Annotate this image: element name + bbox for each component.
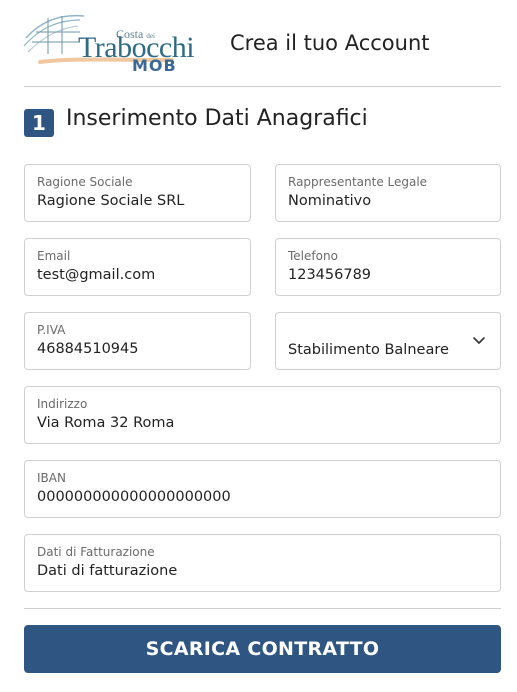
costa-dei-trabocchi-logo[interactable]: Costa dei Trabocchi MOB [22, 8, 195, 75]
header-divider [24, 86, 501, 87]
iban-field[interactable]: IBAN 000000000000000000000 [24, 460, 501, 518]
rappresentante-legale-field[interactable]: Rappresentante Legale Nominativo [275, 164, 501, 222]
ragione-sociale-label: Ragione Sociale [37, 175, 133, 189]
chevron-down-icon[interactable] [472, 333, 486, 347]
iban-value[interactable]: 000000000000000000000 [37, 489, 231, 505]
email-value[interactable]: test@gmail.com [37, 267, 155, 283]
dati-fatturazione-field[interactable]: Dati di Fatturazione Dati di fatturazion… [24, 534, 501, 592]
email-field[interactable]: Email test@gmail.com [24, 238, 251, 296]
telefono-value[interactable]: 123456789 [288, 267, 371, 283]
piva-value[interactable]: 46884510945 [37, 341, 138, 357]
logo-mob-text: MOB [132, 56, 177, 75]
scarica-contratto-button[interactable]: SCARICA CONTRATTO [24, 625, 501, 673]
piva-label: P.IVA [37, 323, 66, 337]
telefono-label: Telefono [288, 249, 338, 263]
indirizzo-value[interactable]: Via Roma 32 Roma [37, 415, 174, 431]
step-number-badge: 1 [24, 109, 54, 137]
app-header: Costa dei Trabocchi MOB Crea il tuo Acco… [0, 0, 517, 86]
telefono-field[interactable]: Telefono 123456789 [275, 238, 501, 296]
tipo-attivita-value: Stabilimento Balneare [288, 342, 449, 358]
rappresentante-legale-label: Rappresentante Legale [288, 175, 428, 189]
page-title: Crea il tuo Account [230, 31, 430, 55]
ragione-sociale-value[interactable]: Ragione Sociale SRL [37, 193, 184, 209]
indirizzo-field[interactable]: Indirizzo Via Roma 32 Roma [24, 386, 501, 444]
iban-label: IBAN [37, 471, 66, 485]
tipo-attivita-select[interactable]: Stabilimento Balneare [275, 312, 501, 370]
section-title: Inserimento Dati Anagrafici [66, 106, 368, 131]
dati-fatturazione-label: Dati di Fatturazione [37, 545, 155, 559]
rappresentante-legale-value[interactable]: Nominativo [288, 193, 371, 209]
email-label: Email [37, 249, 71, 263]
form-divider [24, 608, 501, 609]
piva-field[interactable]: P.IVA 46884510945 [24, 312, 251, 370]
ragione-sociale-field[interactable]: Ragione Sociale Ragione Sociale SRL [24, 164, 251, 222]
dati-fatturazione-value[interactable]: Dati di fatturazione [37, 563, 177, 579]
indirizzo-label: Indirizzo [37, 397, 88, 411]
